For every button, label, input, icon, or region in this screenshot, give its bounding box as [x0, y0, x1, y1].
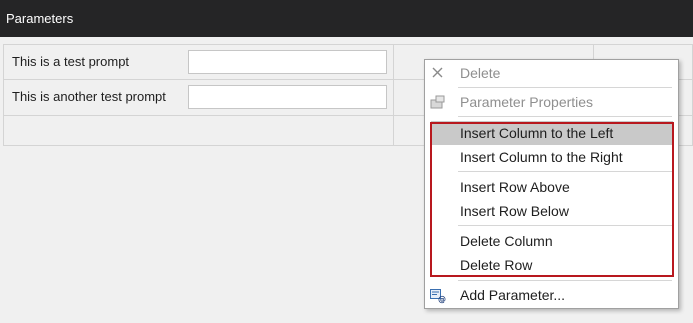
menu-item-parameter-properties[interactable]: Parameter Properties — [425, 90, 678, 114]
parameter-cell-1[interactable]: This is a test prompt — [3, 44, 394, 80]
menu-item-insert-column-right[interactable]: Insert Column to the Right — [425, 145, 678, 169]
menu-item-delete-column[interactable]: Delete Column — [425, 229, 678, 253]
menu-separator — [458, 116, 672, 117]
parameter-prompt-label: This is another test prompt — [12, 89, 166, 104]
parameter-input-2[interactable] — [188, 85, 387, 109]
context-menu: Delete Parameter Properties Insert Colum… — [424, 59, 679, 309]
menu-item-label: Insert Row Below — [460, 203, 569, 219]
menu-item-add-parameter[interactable]: @ Add Parameter... — [425, 283, 678, 307]
parameter-cell-2[interactable]: This is another test prompt — [3, 79, 394, 116]
empty-cell[interactable] — [3, 115, 394, 146]
menu-item-label: Delete Column — [460, 233, 553, 249]
menu-item-delete-row[interactable]: Delete Row — [425, 253, 678, 277]
x-icon — [429, 64, 447, 82]
menu-item-label: Add Parameter... — [460, 287, 566, 303]
menu-item-delete[interactable]: Delete — [425, 61, 678, 85]
add-parameter-icon: @ — [429, 286, 447, 304]
svg-text:@: @ — [438, 295, 446, 304]
parameter-input-1[interactable] — [188, 50, 387, 74]
title-bar: Parameters — [0, 0, 693, 37]
menu-item-label: Delete Row — [460, 257, 533, 273]
menu-item-label: Insert Column to the Right — [460, 149, 623, 165]
menu-separator — [458, 87, 672, 88]
menu-item-label: Parameter Properties — [460, 94, 594, 110]
menu-separator — [458, 280, 672, 281]
properties-icon — [429, 93, 447, 111]
menu-item-insert-row-above[interactable]: Insert Row Above — [425, 175, 678, 199]
menu-item-label: Insert Column to the Left — [460, 125, 614, 141]
menu-item-insert-column-left[interactable]: Insert Column to the Left — [431, 121, 673, 145]
menu-separator — [458, 225, 672, 226]
menu-item-label: Delete — [460, 65, 501, 81]
menu-item-insert-row-below[interactable]: Insert Row Below — [425, 199, 678, 223]
menu-item-label: Insert Row Above — [460, 179, 570, 195]
window-title: Parameters — [6, 11, 74, 26]
menu-separator — [458, 171, 672, 172]
parameter-prompt-label: This is a test prompt — [12, 54, 130, 69]
